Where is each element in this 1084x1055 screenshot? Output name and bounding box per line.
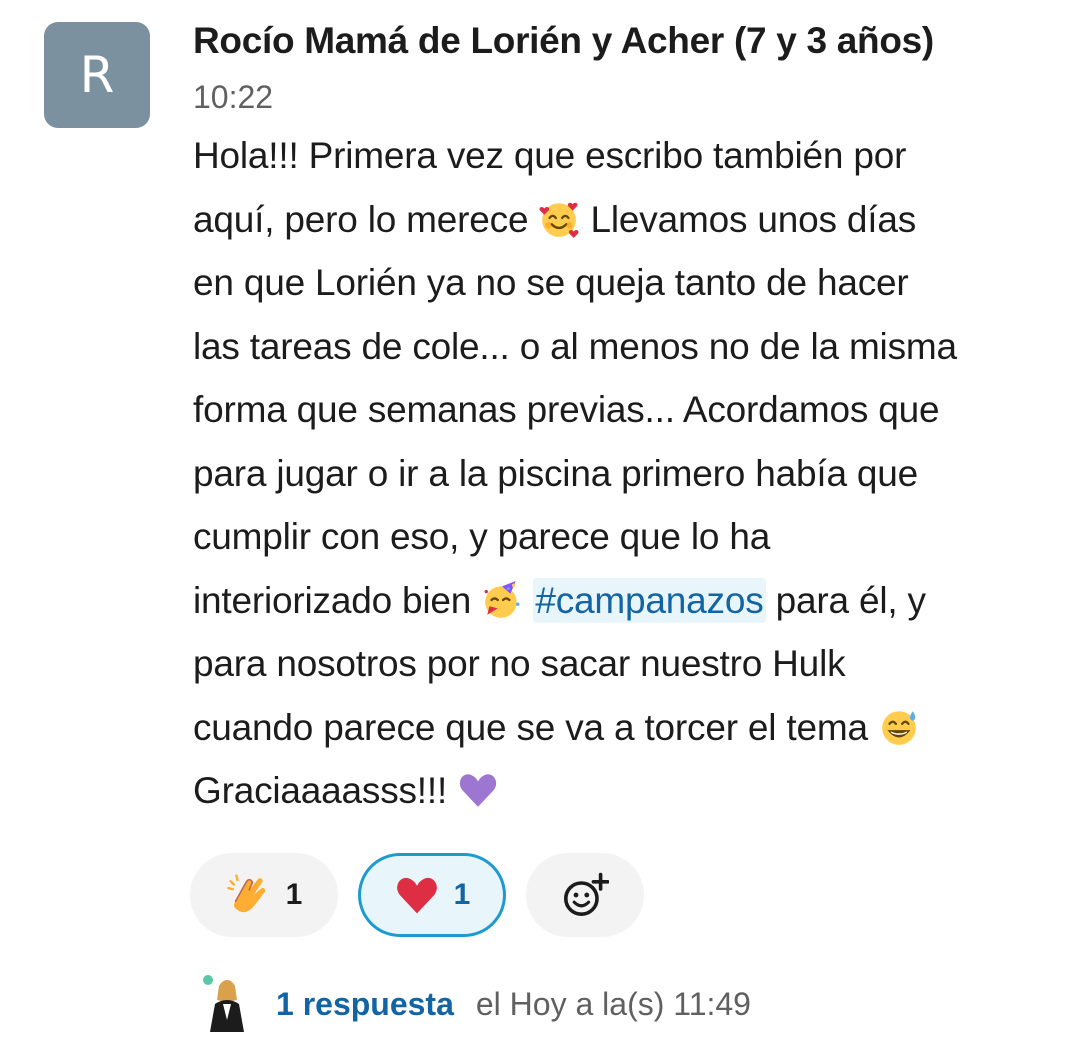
message-line: cuando parece que se va a torcer el tema bbox=[193, 696, 1068, 760]
add-reaction-button[interactable] bbox=[526, 853, 644, 937]
message-line: Graciaaaasss!!! bbox=[193, 759, 1068, 823]
purple-heart-icon bbox=[460, 774, 497, 807]
message-line: interiorizado bien #campanazos para él, … bbox=[193, 577, 926, 623]
message-line: para jugar o ir a la piscina primero hab… bbox=[193, 452, 919, 494]
reaction-count: 1 bbox=[453, 878, 471, 911]
reaction-heart[interactable]: 1 bbox=[358, 853, 506, 937]
replier-avatar[interactable] bbox=[198, 972, 250, 1036]
message-line: aquí, pero lo merece Llevamos unos días bbox=[193, 198, 917, 240]
add-reaction-icon bbox=[564, 872, 609, 916]
reaction-clap[interactable]: 1 bbox=[190, 853, 338, 937]
clapping-hands-icon bbox=[226, 874, 265, 913]
avatar-letter: R bbox=[79, 46, 115, 104]
author-name[interactable]: Rocío Mamá de Lorién y Acher (7 y 3 años… bbox=[193, 20, 934, 62]
thread-summary[interactable]: 1 respuesta el Hoy a la(s) 11:49 bbox=[198, 972, 751, 1036]
hashtag-link[interactable]: #campanazos bbox=[533, 577, 766, 623]
message-line: para nosotros por no sacar nuestro Hulk bbox=[193, 643, 846, 684]
thread-reply-count[interactable]: 1 respuesta bbox=[276, 986, 454, 1023]
reactions-bar: 1 1 bbox=[190, 853, 644, 937]
reaction-count: 1 bbox=[285, 878, 303, 911]
partying-face-icon bbox=[484, 580, 520, 618]
message-line: cumplir con eso, y parece que lo ha bbox=[193, 516, 771, 557]
message-line: forma que semanas previas... Acordamos q… bbox=[193, 389, 940, 430]
thread-last-reply: el Hoy a la(s) 11:49 bbox=[475, 985, 751, 1022]
message-timestamp[interactable]: 10:22 bbox=[193, 79, 273, 116]
message-line: Hola!!! Primera vez que escribo también … bbox=[193, 135, 907, 176]
message-body: Hola!!! Primera vez que escribo también … bbox=[193, 124, 1068, 823]
message-line: las tareas de cole... o al menos no de l… bbox=[193, 325, 957, 367]
red-heart-icon bbox=[396, 877, 437, 914]
message-line: en que Lorién ya no se queja tanto de ha… bbox=[193, 262, 909, 303]
author-avatar[interactable]: R bbox=[44, 22, 150, 128]
smiling-face-with-hearts-icon bbox=[539, 202, 579, 238]
grinning-sweat-icon bbox=[882, 710, 916, 745]
